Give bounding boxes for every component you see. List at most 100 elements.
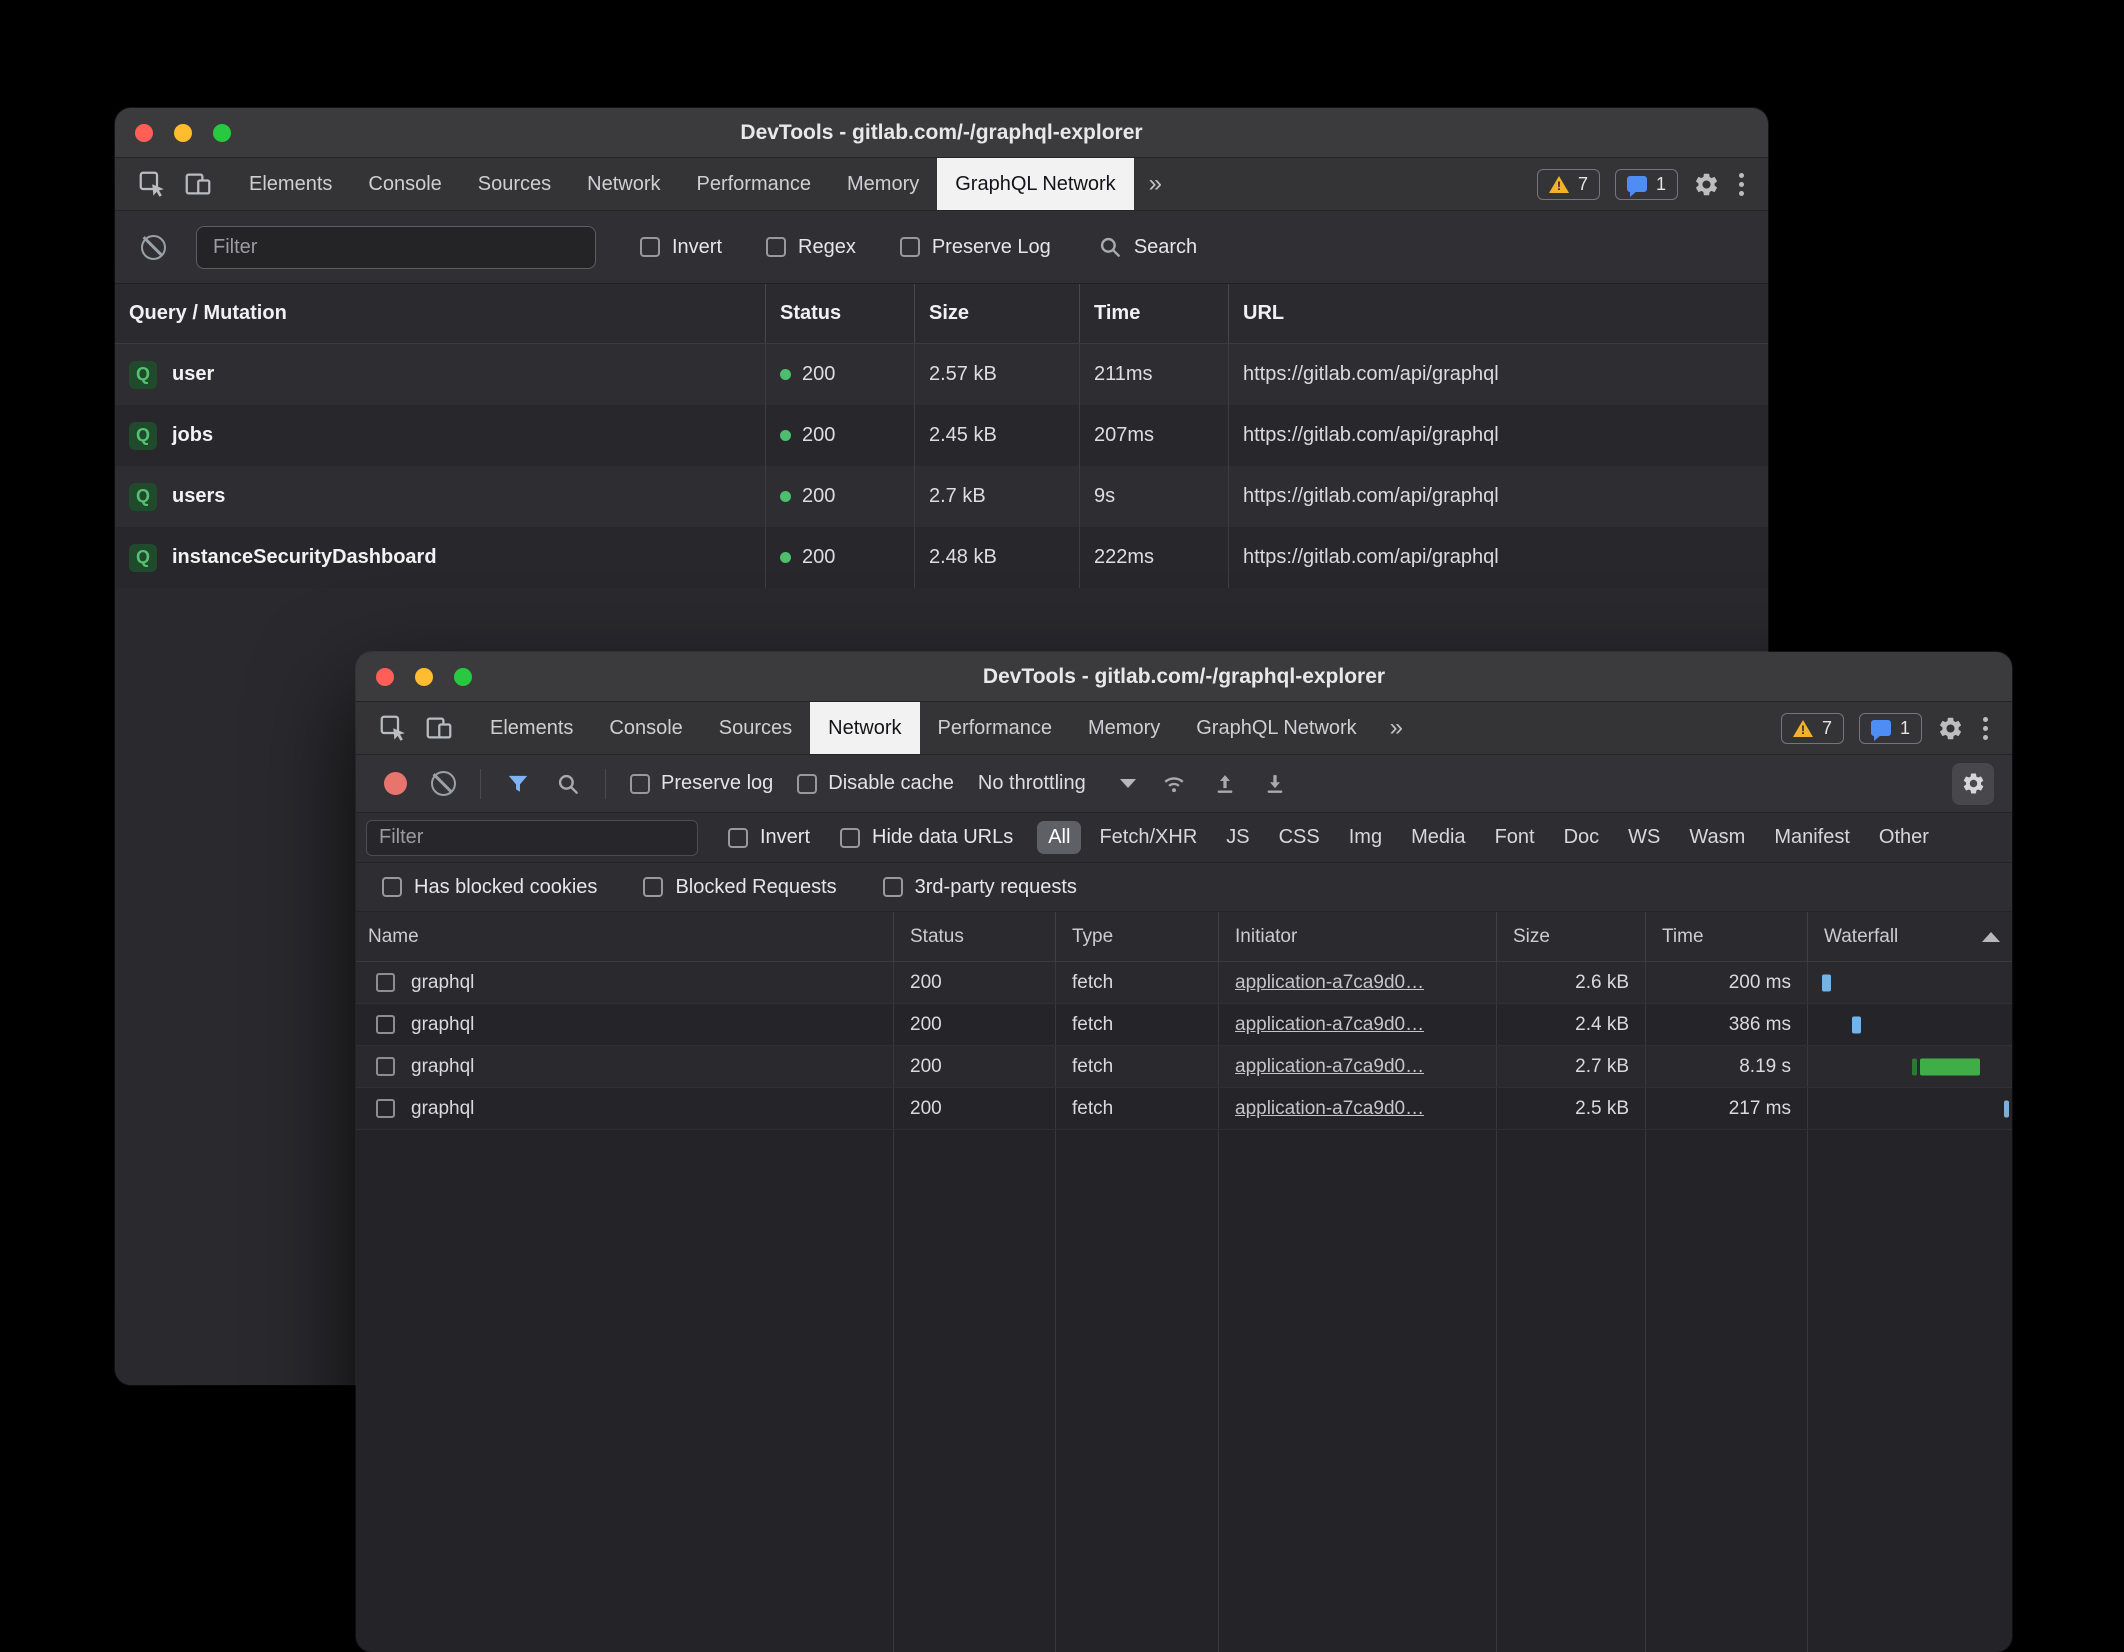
- tab-memory[interactable]: Memory: [829, 158, 937, 210]
- throttling-dropdown[interactable]: No throttling: [978, 772, 1136, 795]
- search-icon[interactable]: [555, 771, 581, 797]
- warning-count-badge[interactable]: 7: [1537, 169, 1600, 200]
- request-row[interactable]: graphql 200 fetch application-a7ca9d0… 2…: [356, 1046, 2012, 1088]
- initiator-link[interactable]: application-a7ca9d0…: [1235, 972, 1424, 994]
- tab-sources[interactable]: Sources: [701, 702, 810, 754]
- disable-cache-checkbox[interactable]: [797, 774, 817, 794]
- type-filter-doc[interactable]: Doc: [1553, 821, 1611, 854]
- has-blocked-cookies-checkbox-group[interactable]: Has blocked cookies: [382, 876, 597, 899]
- clear-icon[interactable]: [141, 235, 166, 260]
- row-checkbox[interactable]: [376, 1057, 395, 1076]
- has-blocked-cookies-checkbox[interactable]: [382, 877, 402, 897]
- tab-performance[interactable]: Performance: [679, 158, 830, 210]
- request-row[interactable]: graphql 200 fetch application-a7ca9d0… 2…: [356, 1088, 2012, 1130]
- table-row[interactable]: Q jobs 200 2.45 kB 207ms https://gitlab.…: [115, 405, 1768, 466]
- disable-cache-checkbox-group[interactable]: Disable cache: [797, 772, 954, 795]
- invert-checkbox-group[interactable]: Invert: [728, 826, 810, 849]
- more-tabs-chevron[interactable]: »: [1134, 158, 1177, 210]
- column-header-size[interactable]: Size: [1497, 912, 1646, 961]
- blocked-requests-checkbox-group[interactable]: Blocked Requests: [643, 876, 836, 899]
- tab-console[interactable]: Console: [350, 158, 459, 210]
- kebab-menu-icon[interactable]: [1735, 173, 1748, 196]
- row-checkbox[interactable]: [376, 1015, 395, 1034]
- blocked-requests-checkbox[interactable]: [643, 877, 663, 897]
- tab-elements[interactable]: Elements: [231, 158, 350, 210]
- tab-elements[interactable]: Elements: [472, 702, 591, 754]
- type-filter-media[interactable]: Media: [1400, 821, 1476, 854]
- sort-ascending-icon[interactable]: [1982, 932, 2000, 942]
- network-conditions-icon[interactable]: [1160, 770, 1188, 798]
- hide-data-urls-checkbox[interactable]: [840, 828, 860, 848]
- waterfall-bar[interactable]: [1822, 974, 1831, 991]
- tab-graphql-network[interactable]: GraphQL Network: [937, 158, 1133, 210]
- inspect-element-icon[interactable]: [137, 169, 167, 199]
- initiator-link[interactable]: application-a7ca9d0…: [1235, 1014, 1424, 1036]
- waterfall-bar[interactable]: [1852, 1016, 1861, 1033]
- initiator-link[interactable]: application-a7ca9d0…: [1235, 1056, 1424, 1078]
- column-header-name[interactable]: Name: [356, 912, 894, 961]
- invert-checkbox[interactable]: [728, 828, 748, 848]
- invert-checkbox-group[interactable]: Invert: [640, 236, 722, 259]
- tab-performance[interactable]: Performance: [920, 702, 1071, 754]
- filter-funnel-icon[interactable]: [505, 771, 531, 797]
- network-settings-gear-button[interactable]: [1952, 763, 1994, 805]
- zoom-window-button[interactable]: [454, 668, 472, 686]
- hide-data-urls-checkbox-group[interactable]: Hide data URLs: [840, 826, 1013, 849]
- clear-network-log-icon[interactable]: [431, 771, 456, 796]
- column-header-initiator[interactable]: Initiator: [1219, 912, 1497, 961]
- record-network-log-button[interactable]: [384, 772, 407, 795]
- tab-network[interactable]: Network: [569, 158, 678, 210]
- preserve-log-checkbox-group[interactable]: Preserve log: [630, 772, 773, 795]
- type-filter-fetch-xhr[interactable]: Fetch/XHR: [1088, 821, 1208, 854]
- waterfall-bar[interactable]: [2004, 1100, 2009, 1117]
- column-header-status[interactable]: Status: [894, 912, 1056, 961]
- close-window-button[interactable]: [376, 668, 394, 686]
- tab-network[interactable]: Network: [810, 702, 919, 754]
- inspect-element-icon[interactable]: [378, 713, 408, 743]
- column-header-size[interactable]: Size: [914, 284, 1079, 343]
- settings-gear-icon[interactable]: [1937, 715, 1964, 742]
- type-filter-js[interactable]: JS: [1215, 821, 1260, 854]
- table-row[interactable]: Q instanceSecurityDashboard 200 2.48 kB …: [115, 527, 1768, 588]
- more-tabs-chevron[interactable]: »: [1375, 702, 1418, 754]
- close-window-button[interactable]: [135, 124, 153, 142]
- type-filter-all[interactable]: All: [1037, 821, 1081, 854]
- table-row[interactable]: Q users 200 2.7 kB 9s https://gitlab.com…: [115, 466, 1768, 527]
- type-filter-img[interactable]: Img: [1338, 821, 1393, 854]
- kebab-menu-icon[interactable]: [1979, 717, 1992, 740]
- column-header-time[interactable]: Time: [1646, 912, 1808, 961]
- row-checkbox[interactable]: [376, 1099, 395, 1118]
- type-filter-wasm[interactable]: Wasm: [1678, 821, 1756, 854]
- preserve-log-checkbox-group[interactable]: Preserve Log: [900, 236, 1051, 259]
- network-filter-input[interactable]: [366, 820, 698, 856]
- minimize-window-button[interactable]: [174, 124, 192, 142]
- column-header-url[interactable]: URL: [1228, 284, 1768, 343]
- table-row[interactable]: Q user 200 2.57 kB 211ms https://gitlab.…: [115, 344, 1768, 405]
- row-checkbox[interactable]: [376, 973, 395, 992]
- console-message-badge[interactable]: 1: [1615, 169, 1678, 200]
- third-party-requests-checkbox-group[interactable]: 3rd-party requests: [883, 876, 1077, 899]
- type-filter-ws[interactable]: WS: [1617, 821, 1671, 854]
- regex-checkbox-group[interactable]: Regex: [766, 236, 856, 259]
- column-header-query-mutation[interactable]: Query / Mutation: [115, 284, 765, 343]
- type-filter-css[interactable]: CSS: [1268, 821, 1331, 854]
- search-control[interactable]: Search: [1097, 234, 1197, 260]
- column-header-waterfall[interactable]: Waterfall: [1808, 912, 2012, 961]
- request-row[interactable]: graphql 200 fetch application-a7ca9d0… 2…: [356, 962, 2012, 1004]
- third-party-requests-checkbox[interactable]: [883, 877, 903, 897]
- tab-sources[interactable]: Sources: [460, 158, 569, 210]
- column-header-time[interactable]: Time: [1079, 284, 1228, 343]
- request-row[interactable]: graphql 200 fetch application-a7ca9d0… 2…: [356, 1004, 2012, 1046]
- initiator-link[interactable]: application-a7ca9d0…: [1235, 1098, 1424, 1120]
- type-filter-font[interactable]: Font: [1484, 821, 1546, 854]
- type-filter-manifest[interactable]: Manifest: [1763, 821, 1861, 854]
- filter-input[interactable]: [196, 226, 596, 269]
- preserve-log-checkbox[interactable]: [630, 774, 650, 794]
- preserve-log-checkbox[interactable]: [900, 237, 920, 257]
- import-har-icon[interactable]: [1212, 771, 1238, 797]
- export-har-icon[interactable]: [1262, 771, 1288, 797]
- waterfall-bar[interactable]: [1920, 1058, 1980, 1075]
- minimize-window-button[interactable]: [415, 668, 433, 686]
- zoom-window-button[interactable]: [213, 124, 231, 142]
- column-header-status[interactable]: Status: [765, 284, 914, 343]
